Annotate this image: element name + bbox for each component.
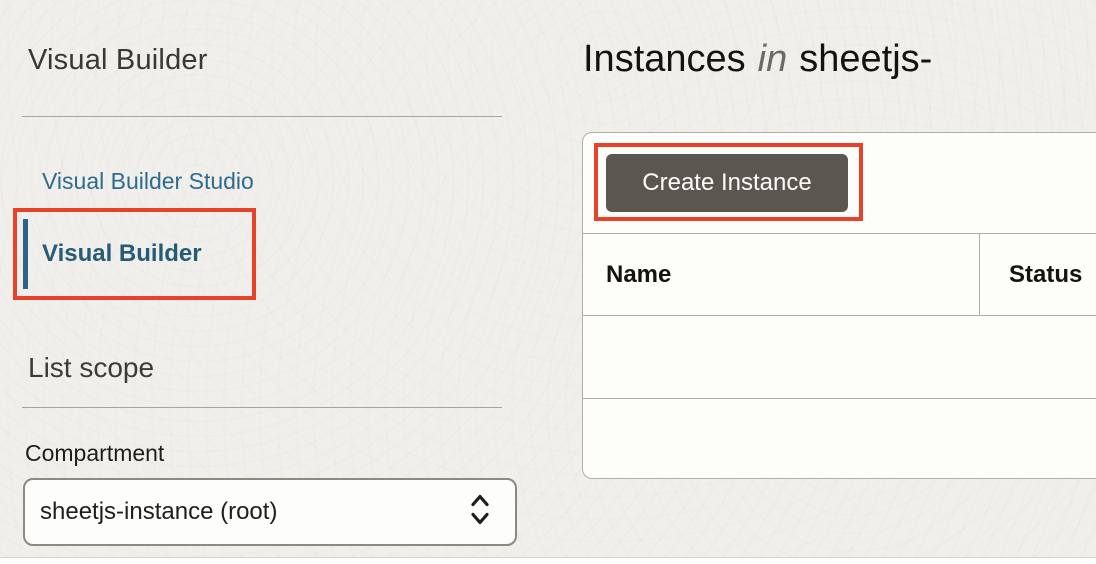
chevron-up-down-icon bbox=[469, 493, 491, 532]
page-title-scope: sheetjs- bbox=[799, 38, 933, 80]
compartment-select-value: sheetjs-instance (root) bbox=[40, 498, 278, 525]
table-header-top-border bbox=[583, 233, 1096, 234]
create-instance-button[interactable]: Create Instance bbox=[606, 154, 848, 212]
selected-indicator-bar bbox=[23, 219, 28, 289]
page-title: Instances in sheetjs- bbox=[583, 38, 932, 81]
bottom-panel-edge bbox=[0, 557, 1096, 564]
list-scope-title: List scope bbox=[28, 352, 155, 383]
page-title-prefix: Instances bbox=[583, 38, 746, 80]
compartment-select[interactable]: sheetjs-instance (root) bbox=[23, 478, 517, 546]
table-row bbox=[583, 399, 1096, 478]
table-row bbox=[583, 316, 1096, 398]
sidebar-item-visual-builder[interactable]: Visual Builder bbox=[23, 219, 202, 289]
column-divider bbox=[979, 233, 980, 315]
page-title-connector: in bbox=[757, 38, 788, 80]
column-header-name: Name bbox=[606, 261, 672, 288]
list-scope-divider bbox=[22, 407, 502, 408]
compartment-label: Compartment bbox=[25, 440, 165, 466]
screen: Visual Builder Visual Builder Studio Vis… bbox=[0, 0, 1096, 564]
column-header-status: Status bbox=[1009, 261, 1083, 288]
sidebar-title: Visual Builder bbox=[28, 44, 208, 76]
sidebar-item-visual-builder-studio[interactable]: Visual Builder Studio bbox=[42, 168, 254, 195]
sidebar-divider bbox=[22, 116, 502, 117]
instances-card: Create Instance Name Status bbox=[582, 132, 1096, 479]
sidebar-item-label: Visual Builder bbox=[42, 240, 202, 267]
